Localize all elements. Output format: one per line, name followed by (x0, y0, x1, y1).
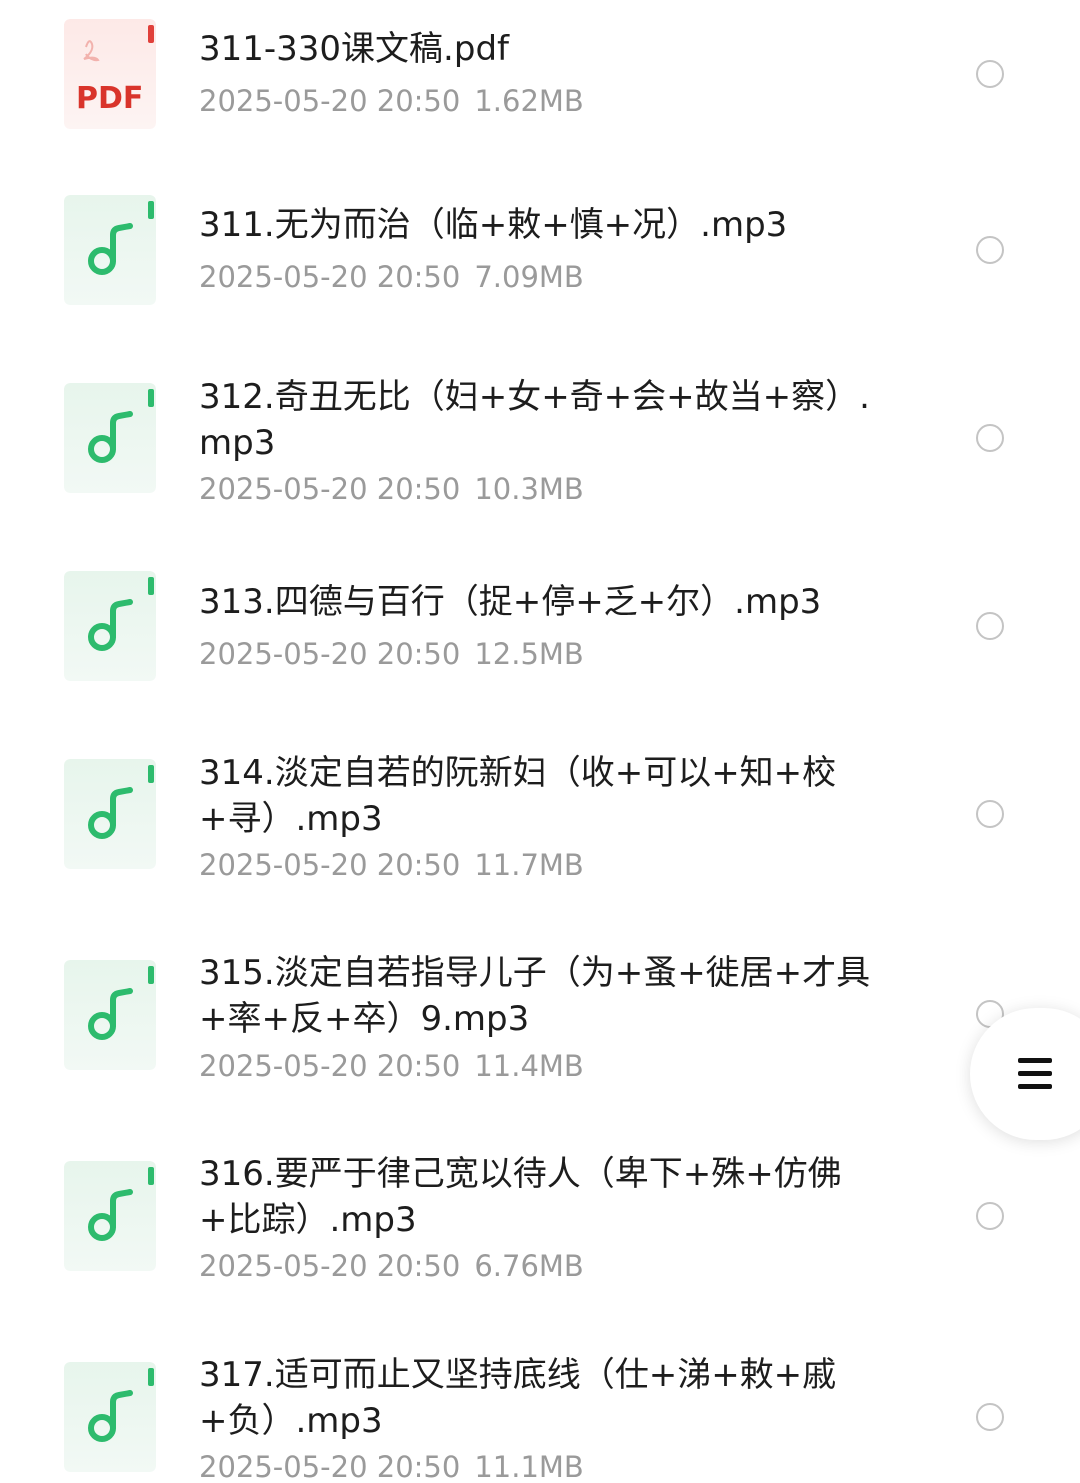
file-size: 1.62MB (474, 84, 584, 118)
file-row[interactable]: 315.淡定自若指导儿子（为+蚤+徙居+才具+率+反+卒）9.mp3 2025-… (0, 930, 1080, 1130)
select-radio[interactable] (976, 612, 1004, 640)
file-row[interactable]: PDF 311-330课文稿.pdf 2025-05-20 20:50 1.62M… (0, 0, 1080, 168)
file-list: PDF 311-330课文稿.pdf 2025-05-20 20:50 1.62M… (0, 0, 1080, 1483)
file-size: 11.7MB (474, 848, 584, 882)
select-radio[interactable] (976, 424, 1004, 452)
file-meta: 2025-05-20 20:50 11.4MB (199, 1048, 584, 1084)
file-size: 11.4MB (474, 1049, 584, 1083)
file-date: 2025-05-20 20:50 (199, 637, 461, 671)
file-meta: 2025-05-20 20:50 12.5MB (199, 636, 584, 672)
file-meta: 2025-05-20 20:50 6.76MB (199, 1248, 584, 1284)
file-name: 313.四德与百行（捉+停+乏+尔）.mp3 (199, 582, 822, 622)
file-meta: 2025-05-20 20:50 11.7MB (199, 847, 584, 883)
file-row[interactable]: 313.四德与百行（捉+停+乏+尔）.mp3 2025-05-20 20:50 1… (0, 542, 1080, 730)
file-name: 311-330课文稿.pdf (199, 29, 510, 69)
audio-file-icon (64, 571, 156, 681)
file-date: 2025-05-20 20:50 (199, 848, 461, 882)
file-name: 317.适可而止又坚持底线（仕+涕+敕+戚+负）.mp3 (199, 1355, 837, 1441)
file-meta: 2025-05-20 20:50 10.3MB (199, 471, 584, 507)
file-size: 6.76MB (474, 1249, 584, 1283)
file-name: 311.无为而治（临+敕+慎+况）.mp3 (199, 205, 788, 245)
file-name: 314.淡定自若的阮新妇（收+可以+知+校+寻）.mp3 (199, 753, 837, 839)
menu-icon (1018, 1058, 1052, 1090)
file-row[interactable]: 316.要严于律己宽以待人（卑下+殊+仿佛+比踪）.mp3 2025-05-20… (0, 1130, 1080, 1330)
audio-file-icon (64, 195, 156, 305)
file-name: 312.奇丑无比（妇+女+奇+会+故当+察）.mp3 (199, 377, 870, 463)
file-size: 12.5MB (474, 637, 584, 671)
file-row[interactable]: 314.淡定自若的阮新妇（收+可以+知+校+寻）.mp3 2025-05-20 … (0, 730, 1080, 930)
audio-file-icon (64, 1362, 156, 1472)
file-row[interactable]: 311.无为而治（临+敕+慎+况）.mp3 2025-05-20 20:50 7.… (0, 168, 1080, 354)
pdf-file-icon: PDF (64, 19, 156, 129)
select-radio[interactable] (976, 60, 1004, 88)
file-date: 2025-05-20 20:50 (199, 1450, 461, 1483)
file-date: 2025-05-20 20:50 (199, 1249, 461, 1283)
file-row[interactable]: 312.奇丑无比（妇+女+奇+会+故当+察）.mp3 2025-05-20 20… (0, 354, 1080, 542)
file-row[interactable]: 317.适可而止又坚持底线（仕+涕+敕+戚+负）.mp3 2025-05-20 … (0, 1330, 1080, 1483)
select-radio[interactable] (976, 1202, 1004, 1230)
file-meta: 2025-05-20 20:50 1.62MB (199, 83, 584, 119)
audio-file-icon (64, 759, 156, 869)
file-date: 2025-05-20 20:50 (199, 1049, 461, 1083)
audio-file-icon (64, 1161, 156, 1271)
file-meta: 2025-05-20 20:50 7.09MB (199, 259, 584, 295)
select-radio[interactable] (976, 800, 1004, 828)
file-size: 11.1MB (474, 1450, 584, 1483)
file-meta: 2025-05-20 20:50 11.1MB (199, 1449, 584, 1483)
file-name: 316.要严于律己宽以待人（卑下+殊+仿佛+比踪）.mp3 (199, 1154, 842, 1240)
file-date: 2025-05-20 20:50 (199, 260, 461, 294)
select-radio[interactable] (976, 236, 1004, 264)
file-name: 315.淡定自若指导儿子（为+蚤+徙居+才具+率+反+卒）9.mp3 (199, 953, 871, 1039)
file-date: 2025-05-20 20:50 (199, 472, 461, 506)
pdf-badge: PDF (76, 81, 143, 116)
file-date: 2025-05-20 20:50 (199, 84, 461, 118)
file-size: 10.3MB (474, 472, 584, 506)
audio-file-icon (64, 383, 156, 493)
select-radio[interactable] (976, 1403, 1004, 1431)
file-size: 7.09MB (474, 260, 584, 294)
audio-file-icon (64, 960, 156, 1070)
